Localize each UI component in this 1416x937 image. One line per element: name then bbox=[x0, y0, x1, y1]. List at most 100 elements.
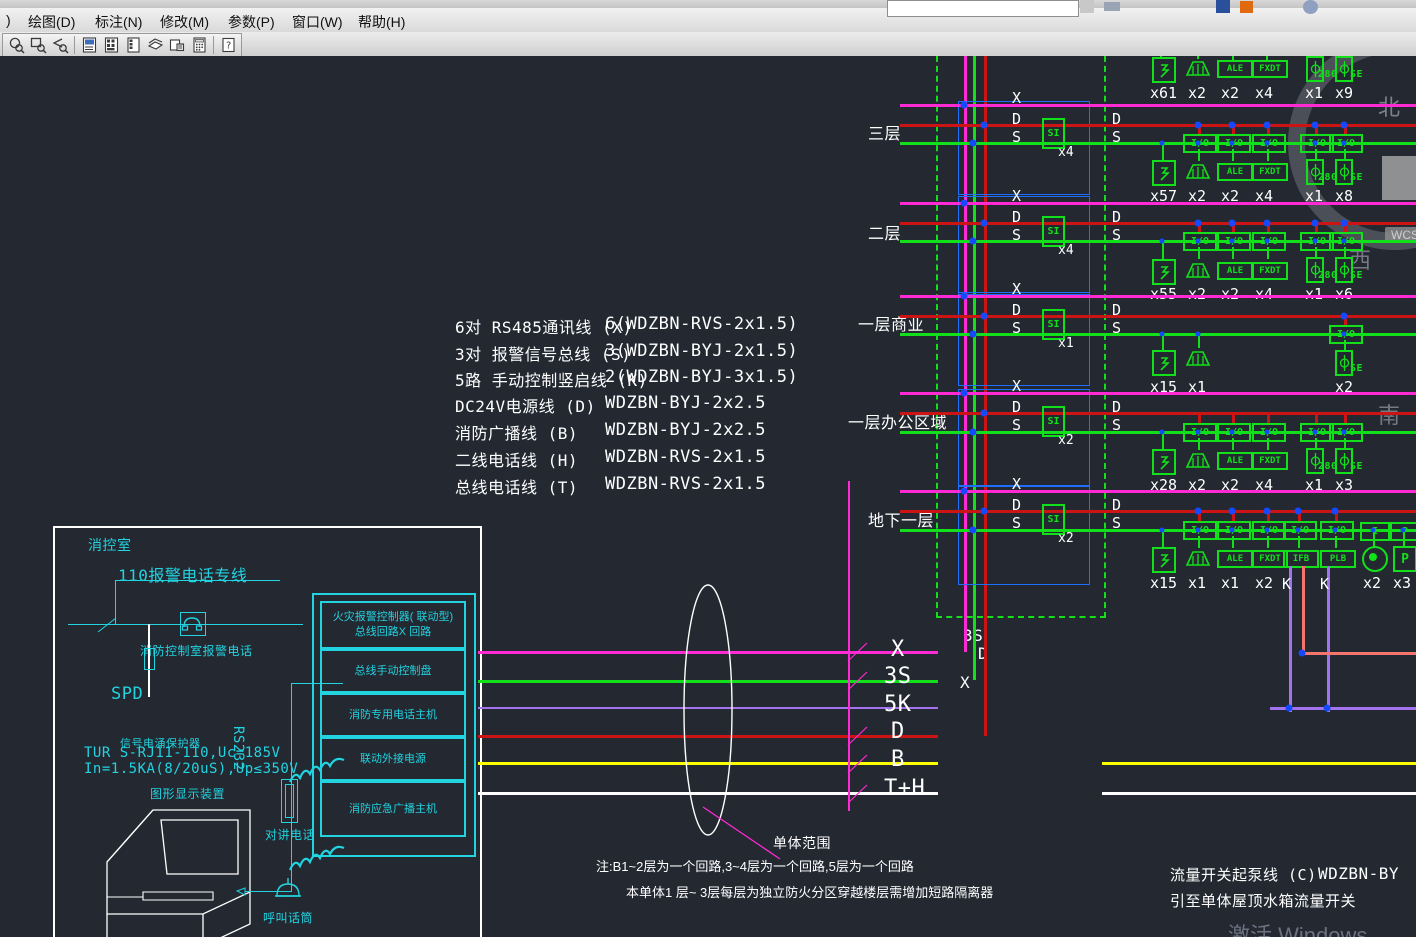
smoke-detector-icon[interactable] bbox=[1152, 57, 1176, 83]
tapd-2f-4 bbox=[1311, 219, 1319, 227]
io-d-1fo-2 bbox=[1232, 413, 1235, 423]
tap-1fo-1 bbox=[1195, 429, 1201, 435]
flow-switch-icon[interactable] bbox=[1362, 546, 1388, 572]
panel-0[interactable]: 火灾报警控制器( 联动型) 总线回路X 回路 bbox=[320, 601, 466, 649]
drawing-canvas[interactable]: 北 西 南 WCS 6对 RS485通讯线 (X) 6(WDZBN-RVS-2x… bbox=[0, 56, 1416, 937]
panel-4[interactable]: 消防应急广播主机 bbox=[320, 781, 466, 837]
damper-se-label: SE bbox=[1350, 69, 1364, 80]
top-stem-4 bbox=[1311, 56, 1313, 57]
fire-door-icon[interactable]: FXDT bbox=[1252, 60, 1288, 78]
damper-se-label: SE bbox=[1350, 363, 1364, 374]
floor-tag-s-2f: S bbox=[1012, 226, 1022, 244]
junction-label-x: X bbox=[960, 673, 971, 692]
tap-b1-7 bbox=[1400, 527, 1406, 533]
console-label: 图形显示装置 bbox=[150, 787, 226, 801]
tapd-b1-4 bbox=[1294, 507, 1302, 515]
menu-item-help[interactable]: 帮助(H) bbox=[352, 11, 411, 33]
manual-call-point-icon[interactable] bbox=[1184, 58, 1212, 78]
fire-door-icon[interactable]: FXDT bbox=[1252, 163, 1288, 181]
damper-se-label: SE bbox=[1350, 270, 1364, 281]
cloud-icon[interactable] bbox=[1104, 2, 1120, 11]
menu-item-draw[interactable]: 绘图(D) bbox=[22, 11, 81, 33]
manual-call-point-icon[interactable] bbox=[1184, 548, 1212, 568]
menu-item-modify[interactable]: 修改(M) bbox=[154, 11, 215, 33]
io-s-1fo-5 bbox=[1344, 438, 1346, 448]
svg-text:?: ? bbox=[225, 41, 231, 52]
io-d-1fo-1 bbox=[1198, 413, 1201, 423]
properties-icon[interactable] bbox=[78, 35, 100, 55]
smoke-detector-icon[interactable] bbox=[1152, 547, 1176, 573]
zoom-previous-icon[interactable] bbox=[49, 35, 71, 55]
io-s-2f-5 bbox=[1344, 247, 1346, 257]
legend-spec-3: WDZBN-BYJ-2x2.5 bbox=[605, 393, 767, 413]
dev-count-2f-5: x6 bbox=[1335, 285, 1354, 303]
alarm-bell-icon[interactable]: ALE bbox=[1217, 452, 1253, 470]
alarm-bell-icon[interactable]: ALE bbox=[1217, 163, 1253, 181]
damper-se-label: SE bbox=[1350, 172, 1364, 183]
smoke-detector-icon[interactable] bbox=[1152, 449, 1176, 475]
notification-icon[interactable] bbox=[1240, 1, 1253, 13]
manual-call-point-icon[interactable] bbox=[1184, 260, 1212, 280]
menu-item-0[interactable]: ) bbox=[0, 11, 17, 29]
smoke-detector-icon[interactable] bbox=[1152, 259, 1176, 285]
tapd-1fr-2 bbox=[1340, 312, 1348, 320]
floor-tag-s2-2f: S bbox=[1112, 226, 1122, 244]
manual-call-point-icon[interactable] bbox=[1184, 450, 1212, 470]
zoom-window-icon[interactable] bbox=[5, 35, 27, 55]
stem-b1-0 bbox=[1162, 530, 1164, 547]
floor-tag-d-1fo: D bbox=[1012, 398, 1022, 416]
alarm-bell-icon[interactable]: ALE bbox=[1217, 550, 1253, 568]
stem-b1-7 bbox=[1403, 530, 1405, 547]
layer-tools-icon[interactable] bbox=[144, 35, 166, 55]
tap-2f-2 bbox=[1229, 238, 1235, 244]
calculator-icon[interactable] bbox=[188, 35, 210, 55]
design-center-icon[interactable] bbox=[100, 35, 122, 55]
fire-door-icon[interactable]: FXDT bbox=[1252, 262, 1288, 280]
io-s-2f-2 bbox=[1232, 247, 1234, 259]
help-circle-icon[interactable] bbox=[1303, 0, 1318, 14]
floor-d-line-2f bbox=[900, 222, 1416, 225]
tap-1fo-4 bbox=[1312, 429, 1318, 435]
flow-legend-note: 引至单体屋顶水箱流量开关 bbox=[1170, 892, 1357, 910]
panel-3[interactable]: 联动外接电源 bbox=[320, 737, 466, 781]
tapd-3f-3 bbox=[1263, 121, 1271, 129]
menu-item-dimension[interactable]: 标注(N) bbox=[89, 11, 148, 33]
pump-icon[interactable]: P bbox=[1393, 546, 1416, 572]
rs232-label: RS232 bbox=[230, 726, 246, 771]
tool-palettes-icon[interactable] bbox=[122, 35, 144, 55]
smoke-detector-icon[interactable] bbox=[1152, 160, 1176, 186]
manual-call-point-icon[interactable] bbox=[1184, 161, 1212, 181]
node-s-1fo bbox=[969, 428, 977, 436]
manual-call-point-icon[interactable] bbox=[1184, 348, 1212, 368]
tap-3f-1 bbox=[1195, 140, 1201, 146]
floor-tag-d-1fr: D bbox=[1012, 301, 1022, 319]
sheet-set-icon[interactable] bbox=[166, 35, 188, 55]
device-count-5: x9 bbox=[1335, 84, 1354, 102]
autodesk-icon[interactable] bbox=[1216, 0, 1230, 13]
alarm-bell-icon[interactable]: ALE bbox=[1217, 262, 1253, 280]
tap-2f-5 bbox=[1341, 238, 1347, 244]
panel-2[interactable]: 消防专用电话主机 bbox=[320, 693, 466, 737]
scope-ellipse bbox=[683, 584, 733, 836]
stem-3f-0 bbox=[1162, 143, 1164, 160]
io-s-3f-5 bbox=[1344, 149, 1346, 159]
fire-alarm-cabinet: 火灾报警控制器( 联动型) 总线回路X 回路 总线手动控制盘 消防专用电话主机 … bbox=[312, 593, 476, 857]
zoom-scale-icon[interactable] bbox=[27, 35, 49, 55]
menu-item-window[interactable]: 窗口(W) bbox=[286, 11, 349, 33]
tap-b1-4 bbox=[1295, 527, 1301, 533]
smoke-detector-icon[interactable] bbox=[1152, 350, 1176, 376]
broadcast-speaker-icon[interactable]: PLB bbox=[1320, 550, 1356, 568]
menu-item-parametric[interactable]: 参数(P) bbox=[222, 11, 281, 33]
layout-toggle-icon[interactable] bbox=[1080, 0, 1094, 13]
search-input[interactable] bbox=[887, 0, 1079, 17]
floor-tag-x-1fr: X bbox=[1012, 280, 1022, 298]
tap-1fo-3 bbox=[1264, 429, 1270, 435]
panel-0-line1: 火灾报警控制器( 联动型) bbox=[332, 611, 454, 624]
floor-tag-d-3f: D bbox=[1012, 110, 1022, 128]
alarm-bell-icon[interactable]: ALE bbox=[1217, 60, 1253, 78]
panel-1[interactable]: 总线手动控制盘 bbox=[320, 649, 466, 693]
help-icon[interactable]: ? bbox=[217, 35, 239, 55]
fire-door-icon[interactable]: FXDT bbox=[1252, 452, 1288, 470]
view-cube[interactable] bbox=[1382, 156, 1416, 200]
isolator-count-3f: x4 bbox=[1058, 145, 1074, 160]
